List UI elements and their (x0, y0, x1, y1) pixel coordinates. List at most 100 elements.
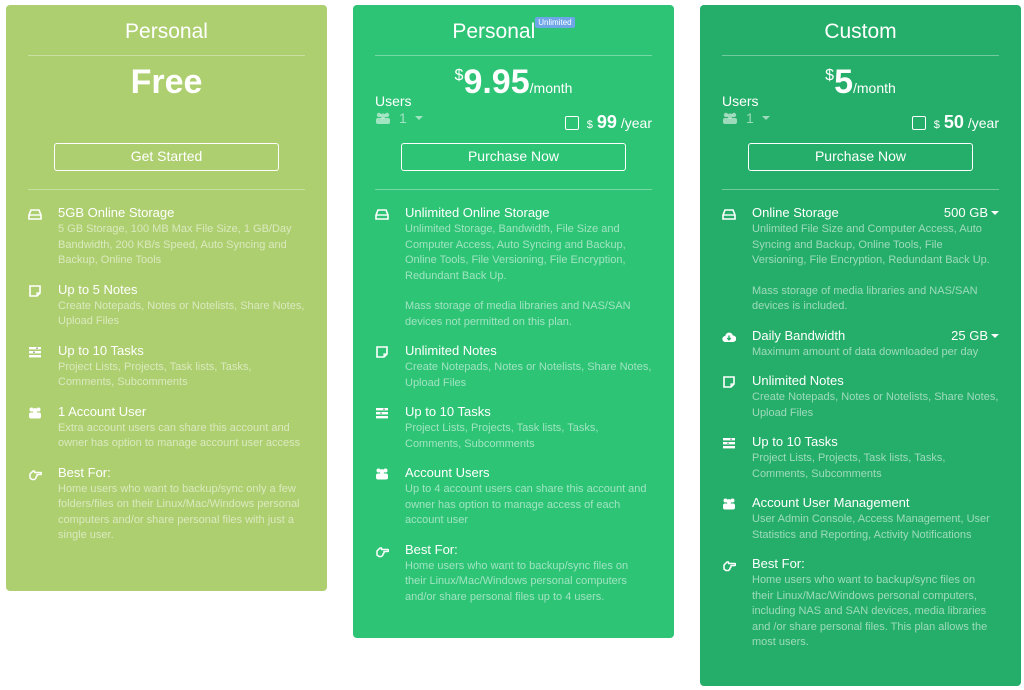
chevron-down-icon (414, 116, 423, 120)
users-icon (723, 112, 737, 124)
hdd-icon (722, 205, 752, 315)
feature-header: Online Storage 500 GB (752, 205, 999, 221)
feature-description-block: 5 GB Storage, 100 MB Max File Size, 1 GB… (58, 222, 305, 269)
note-icon (722, 373, 752, 421)
feature-list: Unlimited Online Storage Unlimited Stora… (375, 190, 652, 605)
users-value: 1 (399, 110, 407, 126)
feature-description: Maximum amount of data downloaded per da… (752, 345, 979, 358)
feature-body: Online Storage 500 GB Unlimited File Size… (752, 205, 999, 315)
feature-header: Daily Bandwidth 25 GB (752, 328, 999, 344)
feature-item: Up to 5 Notes Create Notepads, Notes or … (28, 282, 305, 330)
feature-title: Account Users (405, 465, 490, 480)
feature-description: Home users who want to backup/sync files… (405, 559, 629, 603)
feature-description-block: Home users who want to backup/sync only … (58, 482, 305, 544)
feature-description: Unlimited Storage, Bandwidth, File Size … (405, 223, 626, 282)
feature-title: Account User Management (752, 495, 910, 510)
feature-title: Unlimited Notes (752, 373, 844, 388)
feature-title: Best For: (752, 556, 805, 571)
feature-title: Unlimited Notes (405, 343, 497, 358)
feature-title: Daily Bandwidth (752, 327, 846, 343)
feature-body: 1 Account User Extra account users can s… (58, 404, 305, 452)
pricing-area: $5/month Users 1 $ 50 /year (722, 56, 999, 143)
feature-title: Best For: (58, 464, 111, 480)
plan-title-text: Personal (452, 20, 536, 43)
feature-description-block: Project Lists, Projects, Task lists, Tas… (405, 421, 652, 452)
feature-description: Create Notepads, Notes or Notelists, Sha… (58, 299, 305, 328)
yearly-option[interactable]: $ 99 /year (564, 112, 652, 133)
feature-header: Account Users (405, 465, 652, 481)
feature-body: Unlimited Online Storage Unlimited Stora… (405, 205, 652, 330)
hdd-icon (28, 205, 58, 269)
feature-title: Up to 10 Tasks (752, 434, 838, 449)
hdd-icon (375, 205, 405, 330)
feature-item: Best For: Home users who want to backup/… (28, 465, 305, 544)
yearly-checkbox[interactable] (564, 116, 579, 130)
unlimited-badge: Unlimited (535, 17, 575, 28)
feature-value-dropdown[interactable]: 500 GB (944, 205, 999, 221)
get-started-button[interactable]: Get Started (54, 143, 279, 171)
feature-header: Best For: (752, 556, 999, 572)
feature-item: Up to 10 Tasks Project Lists, Projects, … (375, 404, 652, 452)
currency-symbol: $ (454, 67, 464, 84)
plan-title: Personal (28, 5, 305, 56)
feature-item: Account Users Up to 4 account users can … (375, 465, 652, 529)
users-dropdown[interactable]: 1 (722, 110, 770, 126)
yearly-option[interactable]: $ 50 /year (911, 112, 999, 133)
feature-item: Unlimited Online Storage Unlimited Stora… (375, 205, 652, 330)
feature-item: Daily Bandwidth 25 GB Maximum amount of d… (722, 328, 999, 361)
feature-description-block: Unlimited File Size and Computer Access,… (752, 222, 999, 315)
feature-description-block: Extra account users can share this accou… (58, 421, 305, 452)
chevron-down-icon (991, 211, 999, 215)
feature-description: Mass storage of media libraries and NAS/… (752, 284, 978, 313)
purchase-now-button[interactable]: Purchase Now (748, 143, 973, 171)
plan-title-text: Custom (824, 20, 897, 43)
hand-point-icon (28, 465, 58, 544)
plan-card-personal-free: Personal Free Get Started 5GB Online Sto… (6, 5, 327, 591)
yearly-period: /year (967, 115, 999, 131)
feature-body: Account Users Up to 4 account users can … (405, 465, 652, 529)
monthly-price: $5/month (722, 63, 999, 102)
feature-value: 25 GB (951, 327, 988, 343)
feature-title: Up to 10 Tasks (58, 342, 144, 358)
chevron-down-icon (761, 116, 770, 120)
feature-body: Account User Management User Admin Conso… (752, 495, 999, 543)
feature-title: Unlimited Online Storage (405, 205, 550, 220)
note-icon (28, 282, 58, 330)
feature-item: Unlimited Notes Create Notepads, Notes o… (722, 373, 999, 421)
users-label: Users (722, 93, 759, 109)
cloud-download-icon (722, 328, 752, 361)
feature-header: 1 Account User (58, 404, 305, 420)
feature-description-block: Home users who want to backup/sync files… (405, 559, 652, 606)
feature-description-block: Create Notepads, Notes or Notelists, Sha… (405, 360, 652, 391)
feature-description: Project Lists, Projects, Task lists, Tas… (752, 452, 946, 480)
feature-body: Best For: Home users who want to backup/… (405, 542, 652, 606)
feature-item: Best For: Home users who want to backup/… (375, 542, 652, 606)
feature-title: 5GB Online Storage (58, 205, 175, 220)
feature-header: 5GB Online Storage (58, 205, 305, 221)
plan-card-personal-unlimited: Personal Unlimited $9.95/month Users 1 $ … (353, 5, 674, 638)
feature-description: Home users who want to backup/sync only … (58, 482, 300, 542)
feature-value-dropdown[interactable]: 25 GB (951, 328, 999, 344)
pricing-area: $9.95/month Users 1 $ 99 /year (375, 56, 652, 143)
price-amount: 9.95 (463, 63, 530, 101)
feature-title: Best For: (405, 541, 458, 557)
feature-title: Up to 5 Notes (58, 281, 138, 297)
yearly-period: /year (620, 115, 652, 131)
feature-header: Up to 10 Tasks (58, 343, 305, 359)
note-icon (375, 343, 405, 391)
feature-description: Up to 4 account users can share this acc… (405, 483, 647, 526)
feature-description-block: Create Notepads, Notes or Notelists, Sha… (752, 390, 999, 421)
purchase-now-button[interactable]: Purchase Now (401, 143, 626, 171)
feature-body: Daily Bandwidth 25 GB Maximum amount of d… (752, 328, 999, 361)
feature-body: 5GB Online Storage 5 GB Storage, 100 MB … (58, 205, 305, 269)
users-dropdown[interactable]: 1 (375, 110, 423, 126)
feature-description-block: Up to 4 account users can share this acc… (405, 482, 652, 529)
hand-point-icon (375, 542, 405, 606)
yearly-currency: $ (586, 119, 593, 131)
users-icon (722, 495, 752, 543)
feature-title: Online Storage (752, 205, 839, 220)
feature-item: Up to 10 Tasks Project Lists, Projects, … (722, 434, 999, 482)
users-icon (28, 404, 58, 452)
feature-item: Up to 10 Tasks Project Lists, Projects, … (28, 343, 305, 391)
yearly-checkbox[interactable] (911, 116, 926, 130)
